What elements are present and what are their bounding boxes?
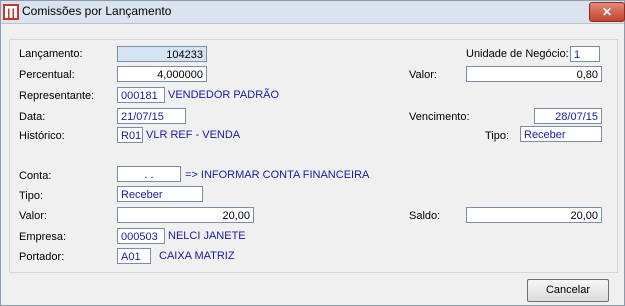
unidade-field[interactable]: 1 [570,46,600,62]
valor-top-label: Valor: [409,69,437,81]
data-label: Data: [19,111,46,123]
valor-label: Valor: [19,210,47,222]
historico-label: Histórico: [19,130,65,142]
vencimento-label: Vencimento: [409,111,470,123]
lancamento-field[interactable]: 104233 [117,46,207,62]
tipo-top-label: Tipo: [485,130,510,142]
conta-field[interactable]: . . [117,166,181,182]
dialog-window: Comissões por Lançamento ✕ Lançamento: 1… [0,0,625,306]
portador-name: CAIXA MATRIZ [159,250,235,262]
saldo-label: Saldo: [409,210,441,222]
representante-name: VENDEDOR PADRÃO [168,89,280,101]
valor-top-field[interactable]: 0,80 [466,66,602,82]
empresa-name: NELCI JANETE [168,230,246,242]
cancel-button[interactable]: Cancelar [527,279,609,302]
portador-code-field[interactable]: A01 [117,248,151,264]
lancamento-label: Lançamento: [19,48,83,60]
portador-label: Portador: [19,251,65,263]
representante-label: Representante: [19,90,95,102]
historico-name: VLR REF - VENDA [146,129,241,141]
percentual-field[interactable]: 4,000000 [117,66,207,82]
historico-code-field[interactable]: R01 [117,127,143,143]
percentual-label: Percentual: [19,69,75,81]
tipo-label: Tipo: [19,190,44,202]
conta-note: => INFORMAR CONTA FINANCEIRA [185,169,370,181]
app-logo-icon [3,4,19,20]
empresa-label: Empresa: [19,231,67,243]
vencimento-field[interactable]: 28/07/15 [534,108,602,124]
tipo-field[interactable]: Receber [117,186,203,202]
conta-label: Conta: [19,170,52,182]
title-bar[interactable]: Comissões por Lançamento ✕ [1,1,625,24]
unidade-label: Unidade de Negócio: [466,48,569,60]
tipo-top-field[interactable]: Receber [520,126,602,142]
close-icon[interactable]: ✕ [589,2,625,22]
empresa-code-field[interactable]: 000503 [117,228,165,244]
saldo-field[interactable]: 20,00 [466,207,602,223]
representante-code-field[interactable]: 000181 [117,87,165,103]
data-field[interactable]: 21/07/15 [117,108,186,124]
valor-field[interactable]: 20,00 [117,207,254,223]
window-title: Comissões por Lançamento [22,4,172,18]
